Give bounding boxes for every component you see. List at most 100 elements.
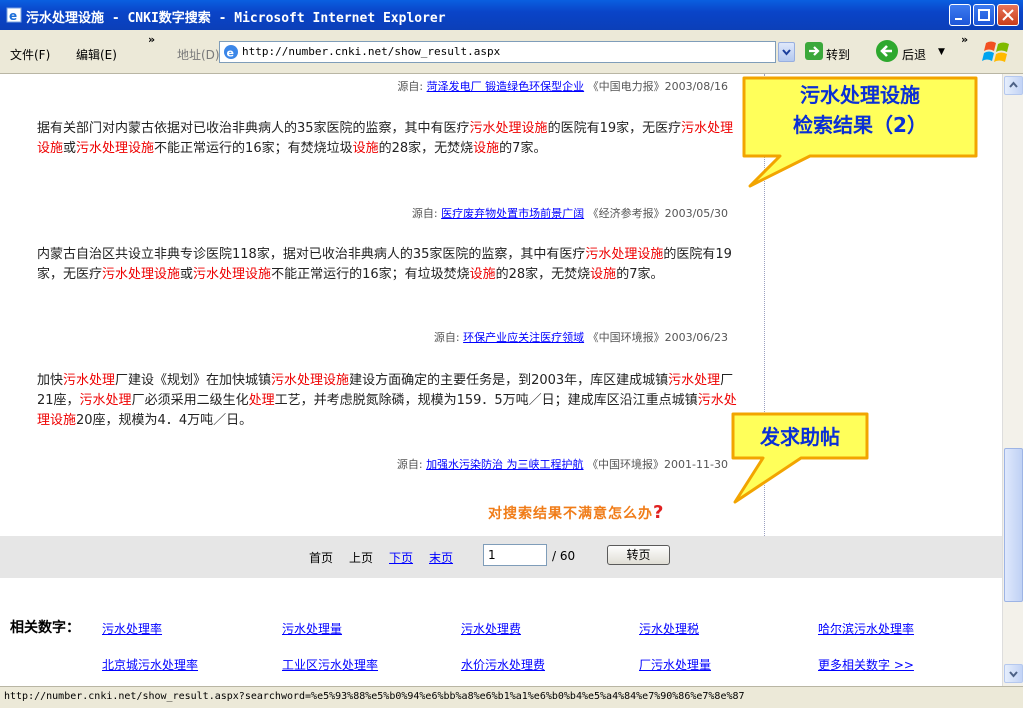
snippet-text: 20座，规模为4．4万吨／日。 [76,413,253,428]
address-bar[interactable]: e http://number.cnki.net/show_result.asp… [219,41,776,63]
related-link[interactable]: 工业区污水处理率 [282,656,378,673]
source-publication: 《中国环境报》2001-11-30 [587,458,728,471]
snippet-text: 内蒙古自治区共设立非典专诊医院118家，据对已收治非典病人的35家医院的监察，其… [37,247,586,262]
back-arrow-icon[interactable] [875,39,899,63]
maximize-icon [978,9,990,21]
go-arrow-icon[interactable] [804,41,824,61]
related-link[interactable]: 污水处理税 [639,620,699,637]
highlighted-keyword: 设施 [469,267,496,282]
address-label: 地址(D) [177,48,220,62]
snippet-text: 厂建设《规划》在加快城镇 [115,373,272,388]
highlighted-keyword: 污水处理 [668,373,721,388]
svg-text:e: e [9,9,17,23]
menu-edit[interactable]: 编辑(E) [76,46,117,63]
highlighted-keyword: 设施 [590,267,617,282]
scroll-up-button[interactable] [1004,76,1023,95]
pager-prev: 上页 [349,551,374,565]
snippet-text: 据有关部门对内蒙古依据对已收治非典病人的35家医院的监察，其中有医疗 [37,121,470,136]
highlighted-keyword: 设施 [352,141,379,156]
snippet-text: 或 [63,141,77,156]
result-snippet: 加快污水处理厂建设《规划》在加快城镇污水处理设施建设方面确定的主要任务是，到20… [37,371,737,431]
menu-file[interactable]: 文件(F) [10,46,50,63]
result-source: 源自: 医疗废弃物处置市场前景广阔 《经济参考报》2003/05/30 [412,205,728,221]
related-link[interactable]: 更多相关数字 >> [818,656,914,673]
result-snippet: 据有关部门对内蒙古依据对已收治非典病人的35家医院的监察，其中有医疗污水处理设施… [37,119,737,159]
windows-logo-icon [982,41,1009,62]
dissatisfied-help-link[interactable]: 对搜索结果不满意怎么办? [488,502,664,523]
page-icon: e [224,45,238,60]
back-button[interactable]: 后退 [902,46,926,63]
highlighted-keyword: 污水处理设施 [469,121,548,136]
status-bar: http://number.cnki.net/show_result.aspx?… [0,686,1023,708]
highlighted-keyword: 污水处理设施 [585,247,664,262]
pager-next-link[interactable]: 下页 [389,549,413,566]
snippet-text: 不能正常运行的16家；有垃圾焚烧 [271,267,470,282]
result-source: 源自: 加强水污染防治 为三峡工程护航 《中国环境报》2001-11-30 [397,456,728,472]
pager-total: / 60 [552,549,576,563]
pager-last-link[interactable]: 末页 [429,549,453,566]
source-link[interactable]: 菏泽发电厂 锻造绿色环保型企业 [427,80,585,93]
page-number-input[interactable] [483,544,547,566]
source-prefix: 源自: [433,331,460,344]
vertical-scrollbar[interactable] [1002,74,1023,686]
pagination-bar: 首页 上页 下页 末页 / 60 转页 [0,536,1002,578]
address-dropdown-button[interactable] [778,42,795,62]
related-link[interactable]: 污水处理费 [461,620,521,637]
snippet-text: 或 [180,267,194,282]
post-help-callout-text: 发求助帖 [760,425,840,449]
related-link[interactable]: 污水处理量 [282,620,342,637]
close-button[interactable] [997,4,1019,26]
highlighted-keyword: 设施 [473,141,500,156]
address-url[interactable]: http://number.cnki.net/show_result.aspx [242,45,500,58]
scroll-thumb[interactable] [1004,448,1023,602]
chevron-down-icon [782,49,791,56]
source-prefix: 源自: [411,207,438,220]
jump-page-button[interactable]: 转页 [607,545,670,565]
dissatisfied-text: 对搜索结果不满意怎么办 [488,506,653,522]
source-prefix: 源自: [397,80,424,93]
highlighted-keyword: 污水处理设施 [102,267,181,282]
snippet-text: 厂必须采用二级生化 [131,393,249,408]
source-prefix: 源自: [396,458,423,471]
chevron-down-icon [1009,671,1018,678]
related-link[interactable]: 水价污水处理费 [461,656,545,673]
highlighted-keyword: 污水处理设施 [271,373,350,388]
related-link[interactable]: 哈尔滨污水处理率 [818,620,914,637]
back-dropdown-icon[interactable]: ▼ [938,47,945,57]
snippet-text: 不能正常运行的16家；有焚烧垃圾 [154,141,353,156]
scroll-down-button[interactable] [1004,664,1023,683]
source-link[interactable]: 医疗废弃物处置市场前景广阔 [441,207,584,220]
snippet-text: 的7家。 [616,267,664,282]
question-mark: ? [653,502,665,523]
minimize-button[interactable] [949,4,971,26]
window-title: 污水处理设施 - CNKI数字搜索 - Microsoft Internet E… [26,11,446,26]
svg-text:e: e [227,47,234,60]
source-link[interactable]: 环保产业应关注医疗领域 [463,331,584,344]
highlighted-keyword: 处理 [248,393,275,408]
toolbar-overflow-chevron[interactable]: » [961,33,968,46]
ie-window-icon: e [6,7,22,23]
related-numbers-title: 相关数字： [10,620,80,636]
minimize-icon [955,18,962,20]
highlighted-keyword: 污水处理设施 [193,267,272,282]
highlighted-keyword: 污水处理设施 [76,141,155,156]
search-results-callout-text: 污水处理设施 检索结果（2） [793,83,927,137]
related-link[interactable]: 污水处理率 [102,620,162,637]
snippet-text: 建设方面确定的主要任务是，到2003年，库区建成城镇 [349,373,669,388]
snippet-text: 的医院有19家，无医疗 [547,121,682,136]
maximize-button[interactable] [973,4,995,26]
source-publication: 《中国环境报》2003/06/23 [587,331,728,344]
chevron-up-icon [1009,81,1018,88]
related-link[interactable]: 北京城污水处理率 [102,656,198,673]
related-link[interactable]: 厂污水处理量 [639,656,711,673]
browser-toolbar: 文件(F) 编辑(E) » 地址(D) e http://number.cnki… [0,30,1023,74]
source-link[interactable]: 加强水污染防治 为三峡工程护航 [426,458,584,471]
menu-overflow-chevron[interactable]: » [148,33,155,46]
highlighted-keyword: 污水处理 [63,373,116,388]
snippet-text: 的28家，无焚烧 [495,267,591,282]
result-snippet: 内蒙古自治区共设立非典专诊医院118家，据对已收治非典病人的35家医院的监察，其… [37,245,737,285]
snippet-text: 的28家，无焚烧 [378,141,474,156]
snippet-text: 工艺，并考虑脱氮除磷，规模为159．5万吨／日；建成库区沿江重点城镇 [274,393,698,408]
go-button[interactable]: 转到 [826,46,850,63]
status-url: http://number.cnki.net/show_result.aspx?… [4,691,745,702]
